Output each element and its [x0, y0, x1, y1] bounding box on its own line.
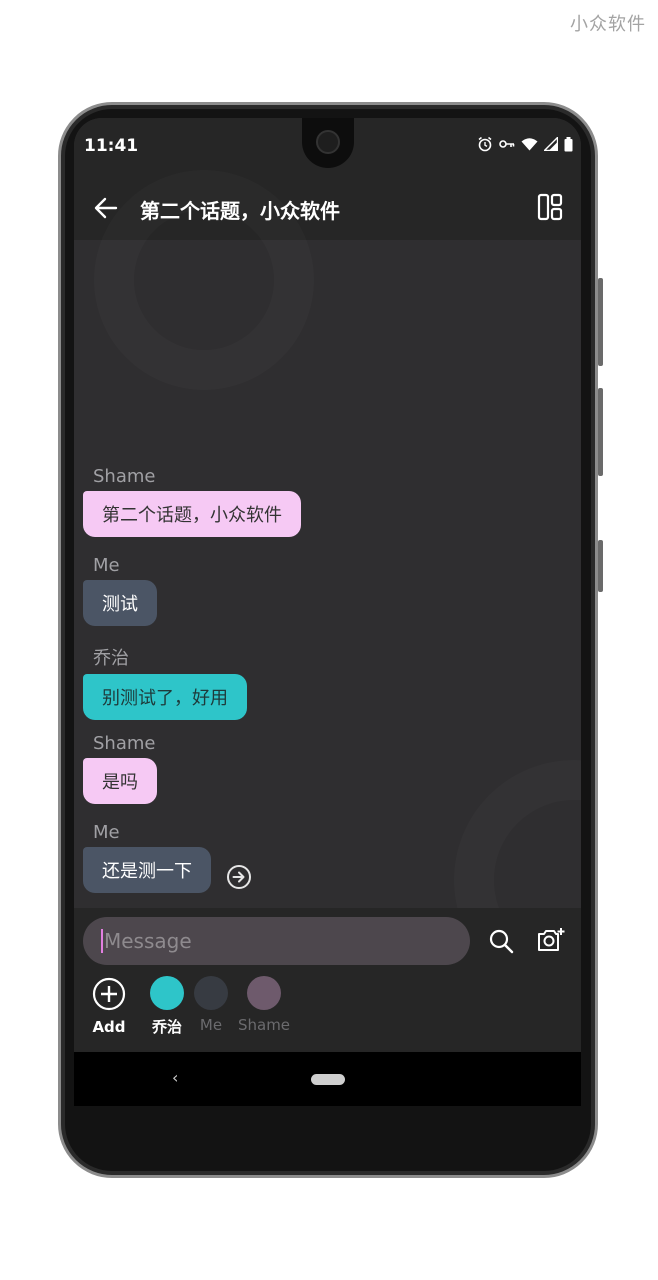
key-icon — [499, 140, 515, 148]
camera-add-icon[interactable] — [536, 926, 566, 954]
avatar — [194, 976, 228, 1010]
battery-icon — [564, 136, 573, 151]
volume-button — [598, 278, 603, 366]
message-sender: 乔治 — [93, 648, 129, 669]
message: 乔治 别测试了，好用 — [83, 644, 247, 720]
message-input[interactable]: Message — [83, 917, 470, 965]
signal-icon — [544, 137, 558, 151]
message-bubble[interactable]: 测试 — [83, 580, 157, 626]
participant-name: Shame — [237, 1016, 291, 1034]
front-camera — [316, 130, 340, 154]
layout-icon[interactable] — [537, 193, 563, 221]
message: Shame 是吗 — [83, 733, 157, 804]
nav-back-icon[interactable]: ‹ — [172, 1068, 178, 1087]
message-bubble[interactable]: 是吗 — [83, 758, 157, 804]
message-sender: Me — [93, 822, 120, 843]
volume-button-2 — [598, 388, 603, 476]
background-decoration — [94, 170, 314, 390]
status-bar: 11:41 — [74, 118, 581, 178]
camera-notch — [302, 118, 354, 168]
arrow-right-circle-icon[interactable] — [226, 864, 252, 890]
nav-home-pill[interactable] — [311, 1074, 345, 1085]
message: Me 测试 — [83, 555, 157, 626]
message-bubble[interactable]: 还是测一下 — [83, 847, 211, 893]
phone-screen: 11:41 第二个话题，小众软件 Shame 第二个话题，小众软件 Me 测试 … — [74, 118, 581, 1106]
status-time: 11:41 — [84, 136, 139, 156]
avatar — [247, 976, 281, 1010]
power-button — [598, 540, 603, 592]
message-sender: Me — [93, 555, 120, 576]
message: Me 还是测一下 — [83, 822, 211, 893]
add-icon — [92, 977, 126, 1011]
system-nav-bar: ‹ — [74, 1052, 581, 1106]
message-bubble[interactable]: 别测试了，好用 — [83, 674, 247, 720]
composer: Message Add 乔治 Me Shame — [74, 908, 581, 1052]
message-sender: Shame — [93, 466, 156, 487]
watermark: 小众软件 — [570, 14, 646, 35]
wifi-icon — [521, 138, 538, 151]
participant-shame[interactable]: Shame — [229, 976, 299, 1034]
status-icons — [477, 136, 573, 152]
chat-area: Shame 第二个话题，小众软件 Me 测试 乔治 别测试了，好用 Shame … — [74, 240, 581, 908]
message-sender: Shame — [93, 733, 156, 754]
message: Shame 第二个话题，小众软件 — [83, 466, 301, 537]
search-icon[interactable] — [488, 928, 514, 954]
text-caret — [101, 929, 103, 953]
participant-selector: Add 乔治 Me Shame — [74, 976, 581, 1046]
message-bubble[interactable]: 第二个话题，小众软件 — [83, 491, 301, 537]
alarm-icon — [478, 136, 492, 152]
message-placeholder: Message — [104, 929, 192, 953]
